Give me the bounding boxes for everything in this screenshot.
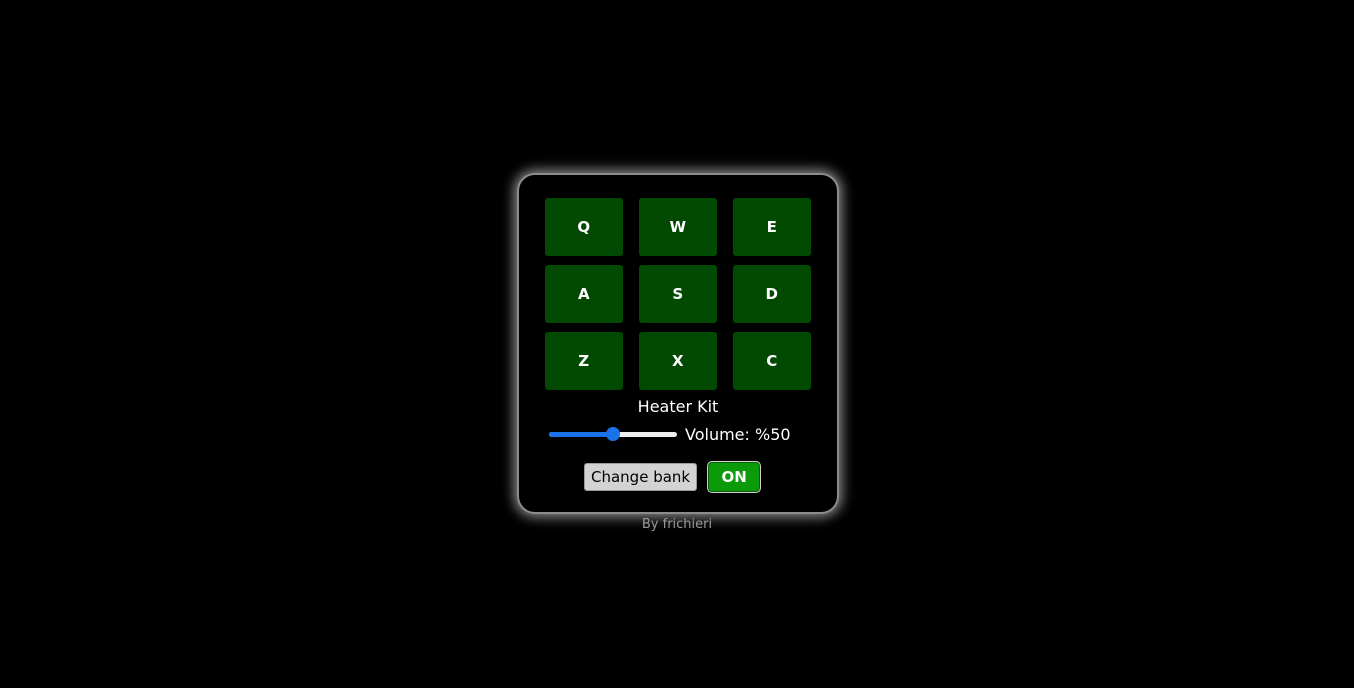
drum-pad-q[interactable]: Q (545, 198, 623, 256)
drum-pad-d[interactable]: D (733, 265, 811, 323)
drum-pad-a[interactable]: A (545, 265, 623, 323)
volume-slider[interactable] (549, 426, 677, 442)
drum-pad-s[interactable]: S (639, 265, 717, 323)
drum-pad-c[interactable]: C (733, 332, 811, 390)
change-bank-button[interactable]: Change bank (584, 463, 698, 491)
drum-pad-z[interactable]: Z (545, 332, 623, 390)
drum-pad-x[interactable]: X (639, 332, 717, 390)
volume-slider-fill (549, 432, 613, 437)
volume-control: Volume: %50 (549, 423, 791, 445)
author-credit: By frichieri (641, 517, 713, 532)
bank-display: Heater Kit (637, 397, 719, 416)
volume-label: Volume: %50 (685, 424, 791, 444)
control-buttons: Change bank ON (584, 462, 761, 492)
pad-grid: Q W E A S D Z X C (545, 198, 811, 390)
power-button[interactable]: ON (708, 462, 761, 492)
drum-pad-e[interactable]: E (733, 198, 811, 256)
drum-machine: Q W E A S D Z X C Heater Kit Volume: %50… (517, 173, 839, 514)
volume-slider-thumb[interactable] (606, 427, 620, 441)
drum-pad-w[interactable]: W (639, 198, 717, 256)
